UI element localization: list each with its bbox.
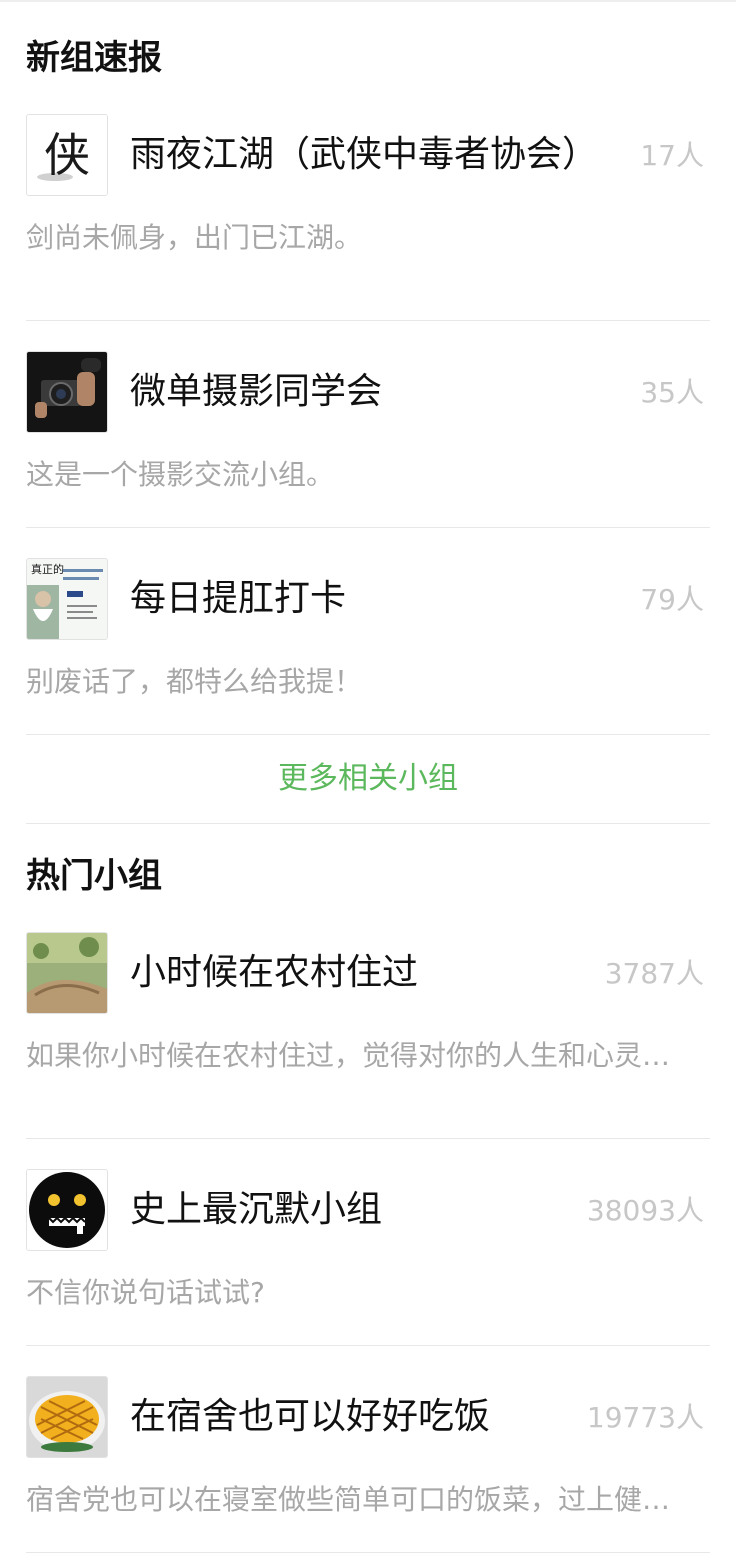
zipper-mouth-face-avatar-icon (26, 1169, 108, 1251)
section-title-new-groups: 新组速报 (26, 38, 162, 78)
group-item-header: 侠 雨夜江湖（武侠中毒者协会） 17人 (26, 114, 710, 198)
group-description: 这是一个摄影交流小组。 (26, 458, 335, 491)
countryside-avatar-icon (26, 932, 108, 1014)
member-count: 19773人 (586, 1401, 704, 1434)
group-name: 微单摄影同学会 (130, 371, 383, 412)
group-name: 史上最沉默小组 (130, 1189, 383, 1230)
group-name: 每日提肛打卡 (130, 578, 347, 619)
member-count: 35人 (640, 376, 704, 409)
group-item-header: 真正的 每日提肛打卡 79人 (26, 558, 710, 642)
omelette-dish-avatar-icon (26, 1376, 108, 1458)
camera-person-avatar-icon (26, 351, 108, 433)
group-name: 小时候在农村住过 (130, 952, 419, 993)
member-count: 17人 (640, 139, 704, 172)
group-item-photography[interactable]: 微单摄影同学会 35人 这是一个摄影交流小组。 (26, 321, 710, 528)
group-item-countryside[interactable]: 小时候在农村住过 3787人 如果你小时候在农村住过，觉得对你的人生和心灵有影响 (26, 932, 710, 1139)
group-item-header: 在宿舍也可以好好吃饭 19773人 (26, 1376, 710, 1460)
top-divider (0, 0, 736, 2)
group-item-header: 小时候在农村住过 3787人 (26, 932, 710, 1016)
group-item-header: 史上最沉默小组 38093人 (26, 1169, 710, 1253)
group-item-silent[interactable]: 史上最沉默小组 38093人 不信你说句话试试? (26, 1139, 710, 1346)
group-name: 在宿舍也可以好好吃饭 (130, 1396, 491, 1437)
more-related-groups-link[interactable]: 更多相关小组 (26, 735, 710, 824)
group-description: 剑尚未佩身，出门已江湖。 (26, 221, 363, 254)
hot-groups-section: 热门小组 小时候在农村住过 3787人 如果你小时候在农村住过，觉得对你的人生和… (26, 856, 710, 1553)
member-count: 38093人 (586, 1194, 704, 1227)
group-description: 别废话了，都特么给我提！ (26, 665, 363, 698)
section-title-hot-groups: 热门小组 (26, 856, 162, 896)
group-description: 如果你小时候在农村住过，觉得对你的人生和心灵有影响 (26, 1039, 696, 1072)
old-man-poster-avatar-icon: 真正的 (26, 558, 108, 640)
new-groups-section: 新组速报 侠 雨夜江湖（武侠中毒者协会） 17人 剑尚未佩身，出门已江湖。 微单… (26, 38, 710, 824)
avatar-calligraphy-text: 侠 (44, 128, 90, 182)
group-item-wuxia[interactable]: 侠 雨夜江湖（武侠中毒者协会） 17人 剑尚未佩身，出门已江湖。 (26, 114, 710, 321)
member-count: 79人 (640, 583, 704, 616)
group-item-daily-checkin[interactable]: 真正的 每日提肛打卡 79人 别废话了，都特么给我提！ (26, 528, 710, 735)
group-name: 雨夜江湖（武侠中毒者协会） (130, 134, 599, 175)
member-count: 3787人 (604, 957, 704, 990)
group-description: 宿舍党也可以在寝室做些简单可口的饭菜，过上健康的生活 (26, 1483, 696, 1516)
group-item-header: 微单摄影同学会 35人 (26, 351, 710, 435)
calligraphy-avatar-icon: 侠 (26, 114, 108, 196)
avatar-poster-text: 真正的 (31, 562, 64, 576)
group-item-dorm-cooking[interactable]: 在宿舍也可以好好吃饭 19773人 宿舍党也可以在寝室做些简单可口的饭菜，过上健… (26, 1346, 710, 1553)
group-description: 不信你说句话试试? (26, 1276, 265, 1309)
